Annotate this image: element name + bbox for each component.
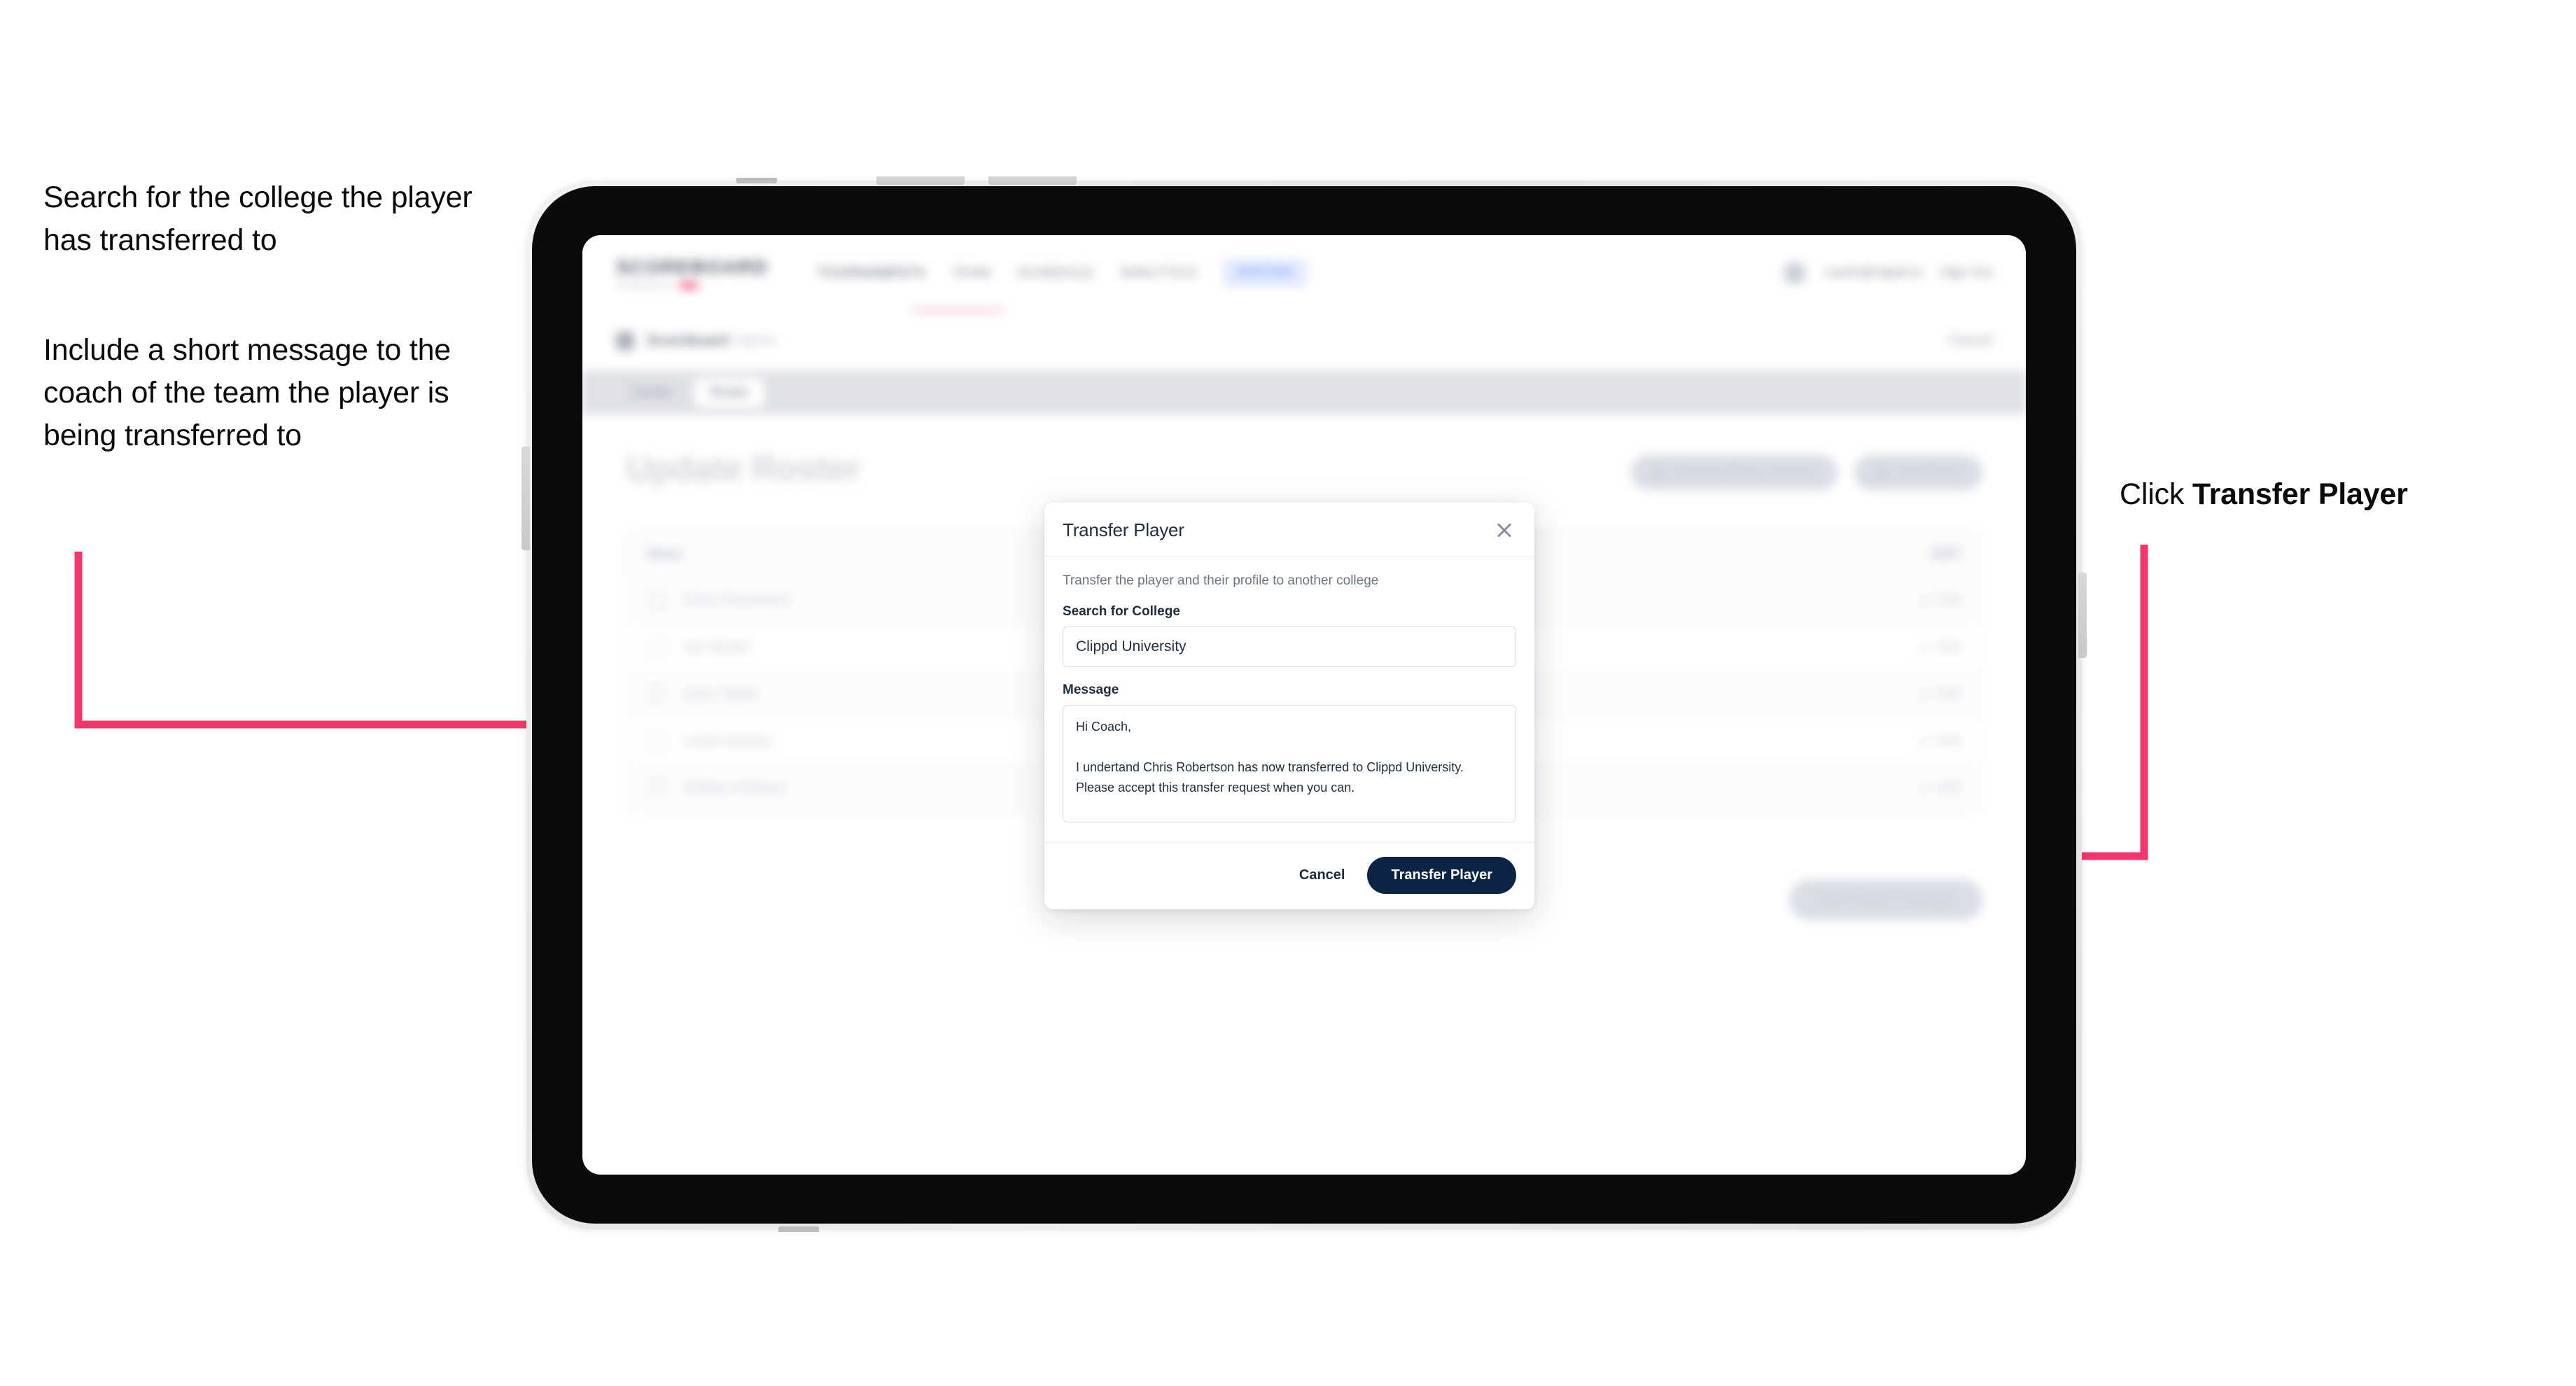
dialog-title: Transfer Player: [1063, 519, 1184, 540]
dialog-description: Transfer the player and their profile to…: [1063, 573, 1379, 588]
label-search-college: Search for College: [1063, 604, 1180, 619]
device-bottom-antenna-line: [778, 1226, 819, 1232]
cancel-button[interactable]: Cancel: [1295, 867, 1350, 884]
device-volume-up-button[interactable]: [876, 176, 965, 185]
screenshot-root: Search for the college the player has tr…: [0, 0, 2576, 1386]
dialog-header: Transfer Player: [1044, 503, 1534, 556]
device-side-button[interactable]: [2078, 573, 2087, 658]
tablet-screen: SCOREBOARD POWERED BY TOURNAMENTS TEAM S…: [582, 235, 2026, 1175]
field-message: Message Hi Coach, I undertand Chris Robe…: [1063, 682, 1516, 822]
search-college-input[interactable]: [1063, 626, 1516, 667]
annotation-right-prefix: Click: [2120, 477, 2192, 511]
transfer-player-dialog: Transfer Player Transfer the player and …: [1044, 503, 1534, 909]
message-textarea[interactable]: Hi Coach, I undertand Chris Robertson ha…: [1063, 705, 1516, 822]
dialog-footer: Cancel Transfer Player: [1044, 842, 1534, 909]
annotation-left-include-message: Include a short message to the coach of …: [43, 333, 451, 453]
close-icon[interactable]: [1492, 518, 1516, 542]
annotation-right-click-transfer: Click Transfer Player: [2120, 473, 2554, 516]
transfer-player-button[interactable]: Transfer Player: [1367, 857, 1516, 894]
dialog-body: Transfer the player and their profile to…: [1044, 556, 1534, 842]
device-antenna-line: [736, 178, 777, 183]
label-message: Message: [1063, 682, 1119, 697]
device-power-button[interactable]: [522, 447, 530, 550]
tablet-device: SCOREBOARD POWERED BY TOURNAMENTS TEAM S…: [522, 176, 2087, 1232]
annotation-left-search-college: Search for the college the player has tr…: [43, 181, 472, 258]
annotation-right-bold: Transfer Player: [2192, 477, 2408, 511]
field-search-college: Search for College: [1063, 604, 1516, 667]
device-volume-down-button[interactable]: [988, 176, 1077, 185]
